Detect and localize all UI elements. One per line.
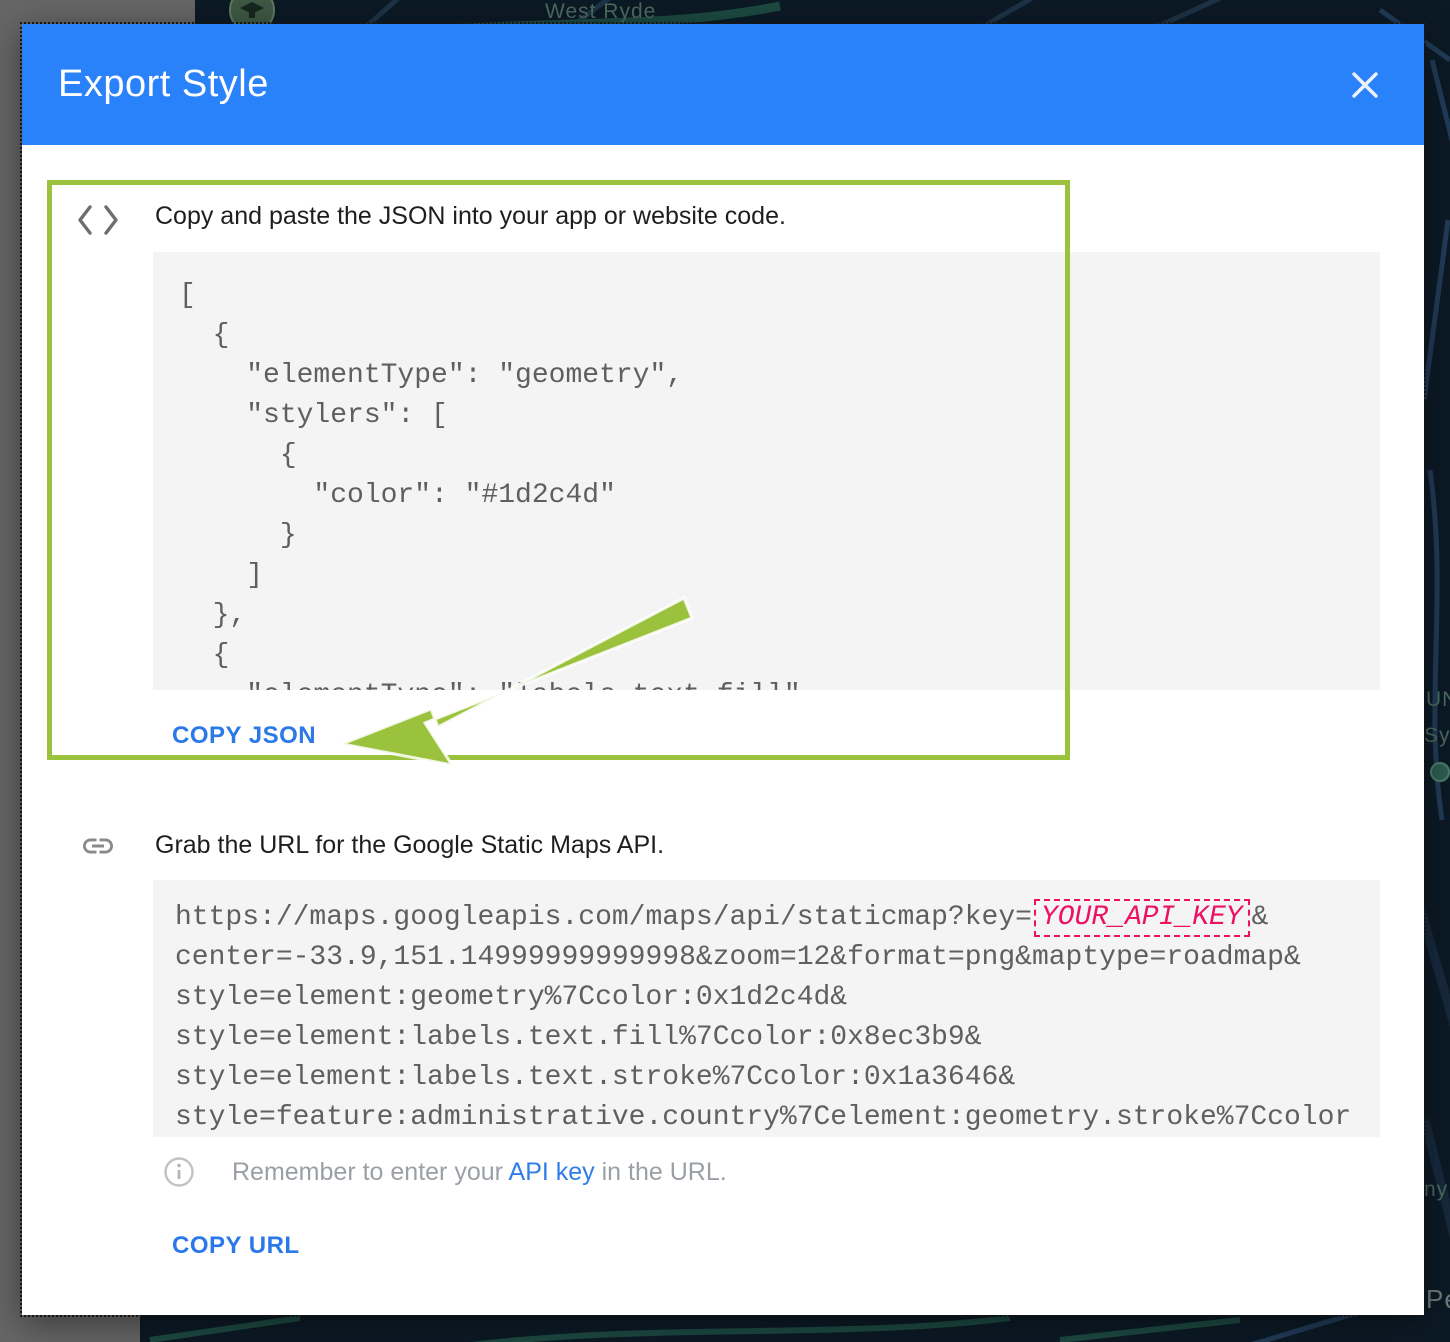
backdrop-gray-top [0, 0, 195, 24]
map-label-fragment: UN [1426, 688, 1450, 712]
reminder-prefix: Remember to enter your [232, 1158, 509, 1186]
api-key-link[interactable]: API key [509, 1158, 595, 1186]
backdrop-gray-left [0, 0, 22, 1342]
json-code-line: } [179, 516, 1380, 556]
url-instruction-text: Grab the URL for the Google Static Maps … [155, 830, 664, 860]
url-prefix: https://maps.googleapis.com/maps/api/sta… [175, 902, 1032, 933]
export-style-dialog: Export Style Copy and paste the JSON int… [22, 24, 1424, 1315]
copy-url-button[interactable]: COPY URL [172, 1232, 300, 1260]
url-line: style=element:labels.text.fill%7Ccolor:0… [175, 1018, 1380, 1058]
reminder-suffix: in the URL. [595, 1158, 727, 1186]
screenshot-stage: West Ryde UN Syd ny Pe Export Style [0, 0, 1450, 1342]
url-line: style=element:labels.text.stroke%7Ccolor… [175, 1058, 1380, 1098]
url-line: style=element:geometry%7Ccolor:0x1d2c4d& [175, 978, 1380, 1018]
json-code-line: [ [179, 276, 1380, 316]
url-line-with-key: https://maps.googleapis.com/maps/api/sta… [175, 898, 1380, 938]
json-code-line: "elementType": "geometry", [179, 356, 1380, 396]
info-icon [163, 1156, 195, 1188]
screenshot-selection-border: Export Style Copy and paste the JSON int… [20, 22, 1426, 1317]
json-code-line: { [179, 636, 1380, 676]
map-poi-marker-icon [1431, 763, 1449, 781]
api-key-placeholder: YOUR_API_KEY [1034, 899, 1250, 937]
dialog-header: Export Style [22, 24, 1424, 145]
url-lines: center=-33.9,151.14999999999998&zoom=12&… [175, 938, 1380, 1137]
copy-json-button[interactable]: COPY JSON [172, 722, 316, 750]
api-key-reminder-text: Remember to enter your API key in the UR… [232, 1157, 727, 1187]
json-code-lines: [ { "elementType": "geometry", "stylers"… [179, 276, 1380, 690]
url-line: center=-33.9,151.14999999999998&zoom=12&… [175, 938, 1380, 978]
json-code-box: [ { "elementType": "geometry", "stylers"… [153, 252, 1380, 690]
url-line: style=feature:administrative.country%7Ce… [175, 1098, 1380, 1137]
dialog-title: Export Style [58, 63, 269, 106]
close-icon[interactable] [1348, 68, 1382, 102]
map-label-fragment: ny [1424, 1178, 1448, 1202]
code-icon [76, 204, 120, 236]
json-code-line: { [179, 436, 1380, 476]
json-code-line: }, [179, 596, 1380, 636]
map-label-fragment: Syd [1424, 724, 1450, 748]
json-code-line: "color": "#1d2c4d" [179, 476, 1380, 516]
json-code-line: ] [179, 556, 1380, 596]
json-code-line: "stylers": [ [179, 396, 1380, 436]
static-maps-url-box: https://maps.googleapis.com/maps/api/sta… [153, 880, 1380, 1137]
json-code-line: { [179, 316, 1380, 356]
link-icon [74, 828, 122, 864]
json-code-line: "elementType": "labels.text.fill" [179, 676, 1380, 690]
backdrop-gray-bottom [0, 1315, 140, 1342]
url-after-key: & [1252, 902, 1269, 933]
json-instruction-text: Copy and paste the JSON into your app or… [155, 201, 786, 231]
map-label-west-ryde: West Ryde [545, 0, 656, 24]
map-label-fragment: Pe [1426, 1284, 1450, 1315]
